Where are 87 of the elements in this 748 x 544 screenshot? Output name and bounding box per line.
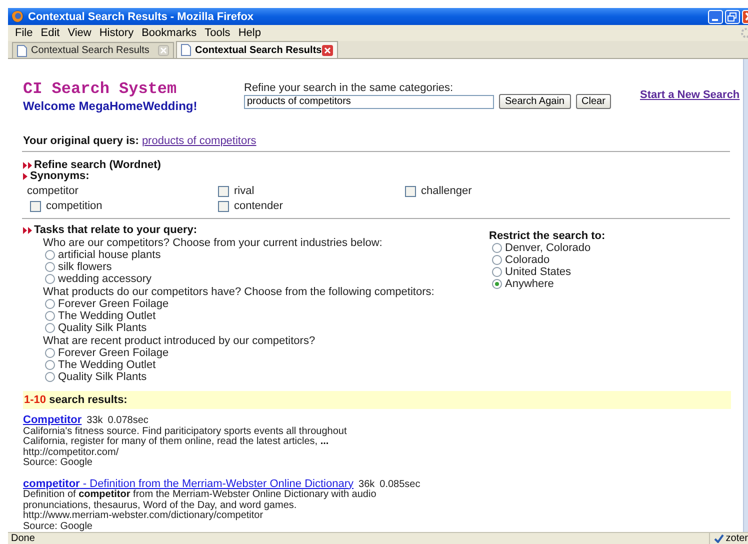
site-title: CI Search System: [23, 81, 178, 98]
section-heading: Restrict the search to:: [489, 230, 606, 242]
restore-icon[interactable]: [725, 10, 740, 24]
time-text: 0.085sec: [380, 480, 420, 490]
checkbox-label: challenger: [421, 185, 472, 197]
option-label: Forever Green Foilage: [58, 298, 169, 310]
radio-button[interactable]: [45, 274, 55, 284]
option-label: The Wedding Outlet: [58, 310, 156, 322]
clear-button[interactable]: Clear: [576, 94, 612, 109]
arrow-icon: [23, 173, 28, 180]
page-icon: [181, 44, 191, 56]
browser-tab[interactable]: Contextual Search Results: [12, 42, 174, 58]
result-snippet: California's fitness source. Find pariticipatory sports events all throughout California, register for many of them online, read the latest articles, ...: [23, 426, 348, 448]
radio-button[interactable]: [492, 255, 502, 265]
checkbox[interactable]: [218, 186, 229, 196]
size-text: 36k: [358, 480, 375, 490]
option-label: Quality Silk Plants: [58, 371, 147, 383]
radio-button[interactable]: [45, 372, 55, 382]
tab-close-icon[interactable]: [158, 45, 169, 56]
menu-item[interactable]: History: [95, 27, 138, 39]
result-url: http://competitor.com/: [23, 448, 120, 458]
result-link[interactable]: Competitor: [23, 415, 82, 426]
result-link[interactable]: competitor - Definition from the Merriam-Webster Online Dictionary: [23, 478, 354, 489]
synonym-text: competitor: [27, 185, 80, 197]
radio-button[interactable]: [492, 267, 502, 277]
radio-button[interactable]: [492, 243, 502, 253]
query-label: Your original query is:: [23, 135, 139, 147]
option-label: United States: [505, 266, 572, 278]
radio-button[interactable]: [45, 262, 55, 272]
time-text: 0.078sec: [108, 416, 148, 426]
checkbox-label: competition: [46, 200, 102, 212]
search-field[interactable]: products of competitors: [244, 94, 494, 108]
double-arrow-icon: [23, 162, 32, 169]
option-label: Anywhere: [505, 278, 554, 290]
source-text: Source: Google: [23, 522, 94, 532]
results-count: 1-10 search results:: [24, 394, 128, 406]
browser-tab[interactable]: Contextual Search Results: [176, 41, 338, 58]
option-label: silk flowers: [58, 261, 112, 273]
section-heading: Synonyms:: [30, 171, 90, 182]
option-label: Colorado: [505, 254, 550, 266]
option-label: The Wedding Outlet: [58, 359, 156, 371]
field-label: Refine your search in the same categories:: [244, 82, 454, 94]
search-again-button[interactable]: Search Again: [499, 94, 570, 109]
check-icon: [714, 534, 724, 543]
status-text: Done: [11, 533, 36, 544]
option-label: artificial house plants: [58, 249, 161, 261]
radio-button[interactable]: [45, 360, 55, 370]
query-link[interactable]: products of competitors: [142, 135, 256, 147]
question-text: Who are our competitors? Choose from your current industries below:: [42, 237, 384, 249]
new-search-link[interactable]: Start a New Search: [640, 89, 740, 101]
addon-label[interactable]: zoter: [726, 533, 748, 544]
option-label: wedding accessory: [58, 273, 152, 285]
radio-button[interactable]: [45, 323, 55, 333]
checkbox-label: rival: [234, 185, 254, 197]
option-label: Forever Green Foilage: [58, 347, 169, 359]
section-heading: Refine search (Wordnet): [34, 160, 161, 171]
double-arrow-icon: [23, 227, 32, 234]
checkbox[interactable]: [218, 200, 229, 212]
section-heading: Tasks that relate to your query:: [34, 225, 198, 236]
question-text: What products do our competitors have? Choose from the following competitors:: [42, 286, 436, 298]
page-icon: [17, 44, 27, 56]
size-text: 33k: [86, 416, 103, 426]
menu-item[interactable]: Tools: [200, 27, 234, 39]
checkbox[interactable]: [30, 200, 41, 212]
result-snippet: Definition of competitor from the Merriam-Webster Online Dictionary with audio pronunciations, thesaurus, Word of the Day, and word games.: [23, 490, 378, 510]
question-text: What are recent product introduced by our competitors?: [42, 335, 316, 347]
checkbox[interactable]: [405, 186, 416, 196]
option-label: Denver, Colorado: [505, 242, 591, 254]
menu-item[interactable]: File: [11, 27, 37, 39]
throbber-icon: [740, 27, 748, 39]
radio-button[interactable]: [45, 311, 55, 321]
minimize-icon[interactable]: [708, 10, 723, 24]
menu-item[interactable]: Edit: [36, 27, 64, 39]
radio-button[interactable]: [45, 348, 55, 358]
radio-button[interactable]: [492, 279, 502, 289]
source-text: Source: Google: [23, 458, 92, 468]
option-label: Quality Silk Plants: [58, 322, 147, 334]
radio-button[interactable]: [45, 299, 55, 309]
menu-item[interactable]: View: [64, 27, 96, 39]
window-title: Contextual Search Results - Mozilla Firefox: [28, 10, 255, 22]
welcome-text: Welcome MegaHomeWedding!: [23, 99, 198, 113]
tab-close-icon[interactable]: [322, 44, 333, 56]
result-url: http://www.merriam-webster.com/dictionary/competitor: [23, 511, 264, 522]
menu-item[interactable]: Bookmarks: [138, 27, 201, 39]
menu-item[interactable]: Help: [234, 27, 265, 39]
radio-button[interactable]: [45, 250, 55, 260]
checkbox-label: contender: [234, 200, 283, 212]
